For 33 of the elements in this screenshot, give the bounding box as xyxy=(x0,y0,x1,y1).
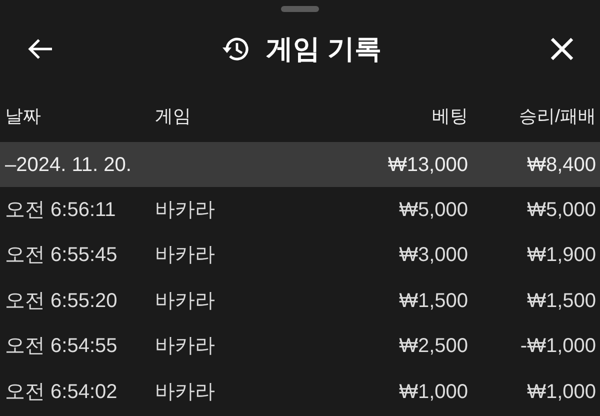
column-header: 날짜 xyxy=(5,104,42,128)
column-header: 베팅 xyxy=(432,104,468,128)
table-cell-text: ₩1,000 xyxy=(527,380,596,405)
table-cell-text: 오전 6:56:11 xyxy=(5,198,117,223)
date-group-row[interactable]: –2024. 11. 20. ₩13,000 ₩8,400 xyxy=(0,142,600,187)
group-total: ₩13,000 xyxy=(388,152,468,178)
group-total: ₩8,400 xyxy=(527,152,596,178)
table-cell-text: ₩1,500 xyxy=(399,288,468,314)
table-cell-text: ₩5,000 xyxy=(527,198,596,223)
title: 게임 기록 xyxy=(266,32,382,66)
close-button[interactable] xyxy=(550,37,574,61)
back-button[interactable] xyxy=(28,38,54,60)
table-cell-text: 바카라 xyxy=(155,243,216,268)
table-cell-text: 바카라 xyxy=(155,380,216,405)
table-cell-text: ₩5,000 xyxy=(399,198,468,223)
column-header: 게임 xyxy=(155,104,192,128)
table-cell-text: ₩2,500 xyxy=(399,334,468,360)
table-cell-text: 바카라 xyxy=(155,288,216,314)
drag-handle[interactable] xyxy=(281,6,319,12)
table-cell-text: 오전 6:54:55 xyxy=(5,334,118,360)
table-cell-text: 오전 6:54:02 xyxy=(5,380,118,405)
table-cell-text: ₩1,000 xyxy=(399,380,468,405)
table-cell-text: 오전 6:55:20 xyxy=(5,288,118,314)
history-icon xyxy=(222,36,250,62)
table-cell-text: ₩1,900 xyxy=(527,243,596,268)
table-cell-text: 바카라 xyxy=(155,334,216,360)
table-cell-text: 오전 6:55:45 xyxy=(5,243,118,268)
table-cell-text: ₩1,500 xyxy=(527,288,596,314)
table-cell-text: -₩1,000 xyxy=(520,334,596,360)
date-group-label: –2024. 11. 20. xyxy=(5,152,132,178)
table-cell-text: 바카라 xyxy=(155,198,216,223)
column-header: 승리/패배 xyxy=(518,104,596,128)
table-cell-text: ₩3,000 xyxy=(399,243,468,268)
